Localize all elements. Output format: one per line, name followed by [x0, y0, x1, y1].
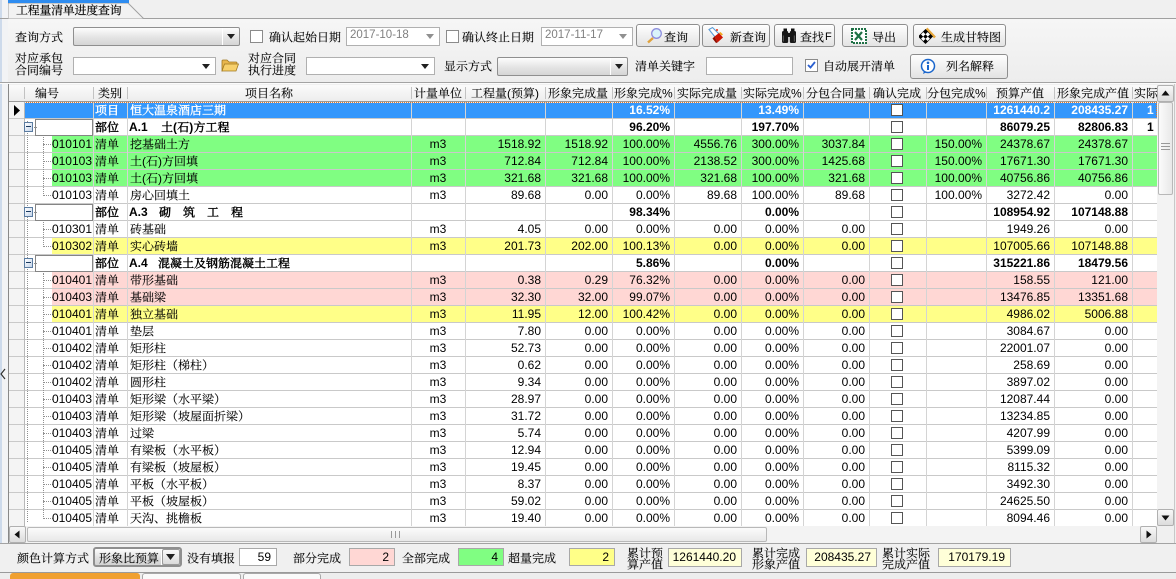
svg-text:(: (: [142, 155, 146, 169]
svg-text:(: (: [507, 87, 511, 101]
svg-text:%: %: [791, 87, 802, 101]
svg-text:(: (: [173, 121, 177, 135]
svg-text:%: %: [662, 87, 673, 101]
svg-text:(: (: [142, 172, 146, 186]
svg-text:%: %: [975, 87, 986, 101]
svg-text:): ): [158, 155, 162, 169]
svg-text:): ): [535, 87, 539, 101]
svg-text:): ): [189, 121, 193, 135]
svg-text:): ): [158, 172, 162, 186]
